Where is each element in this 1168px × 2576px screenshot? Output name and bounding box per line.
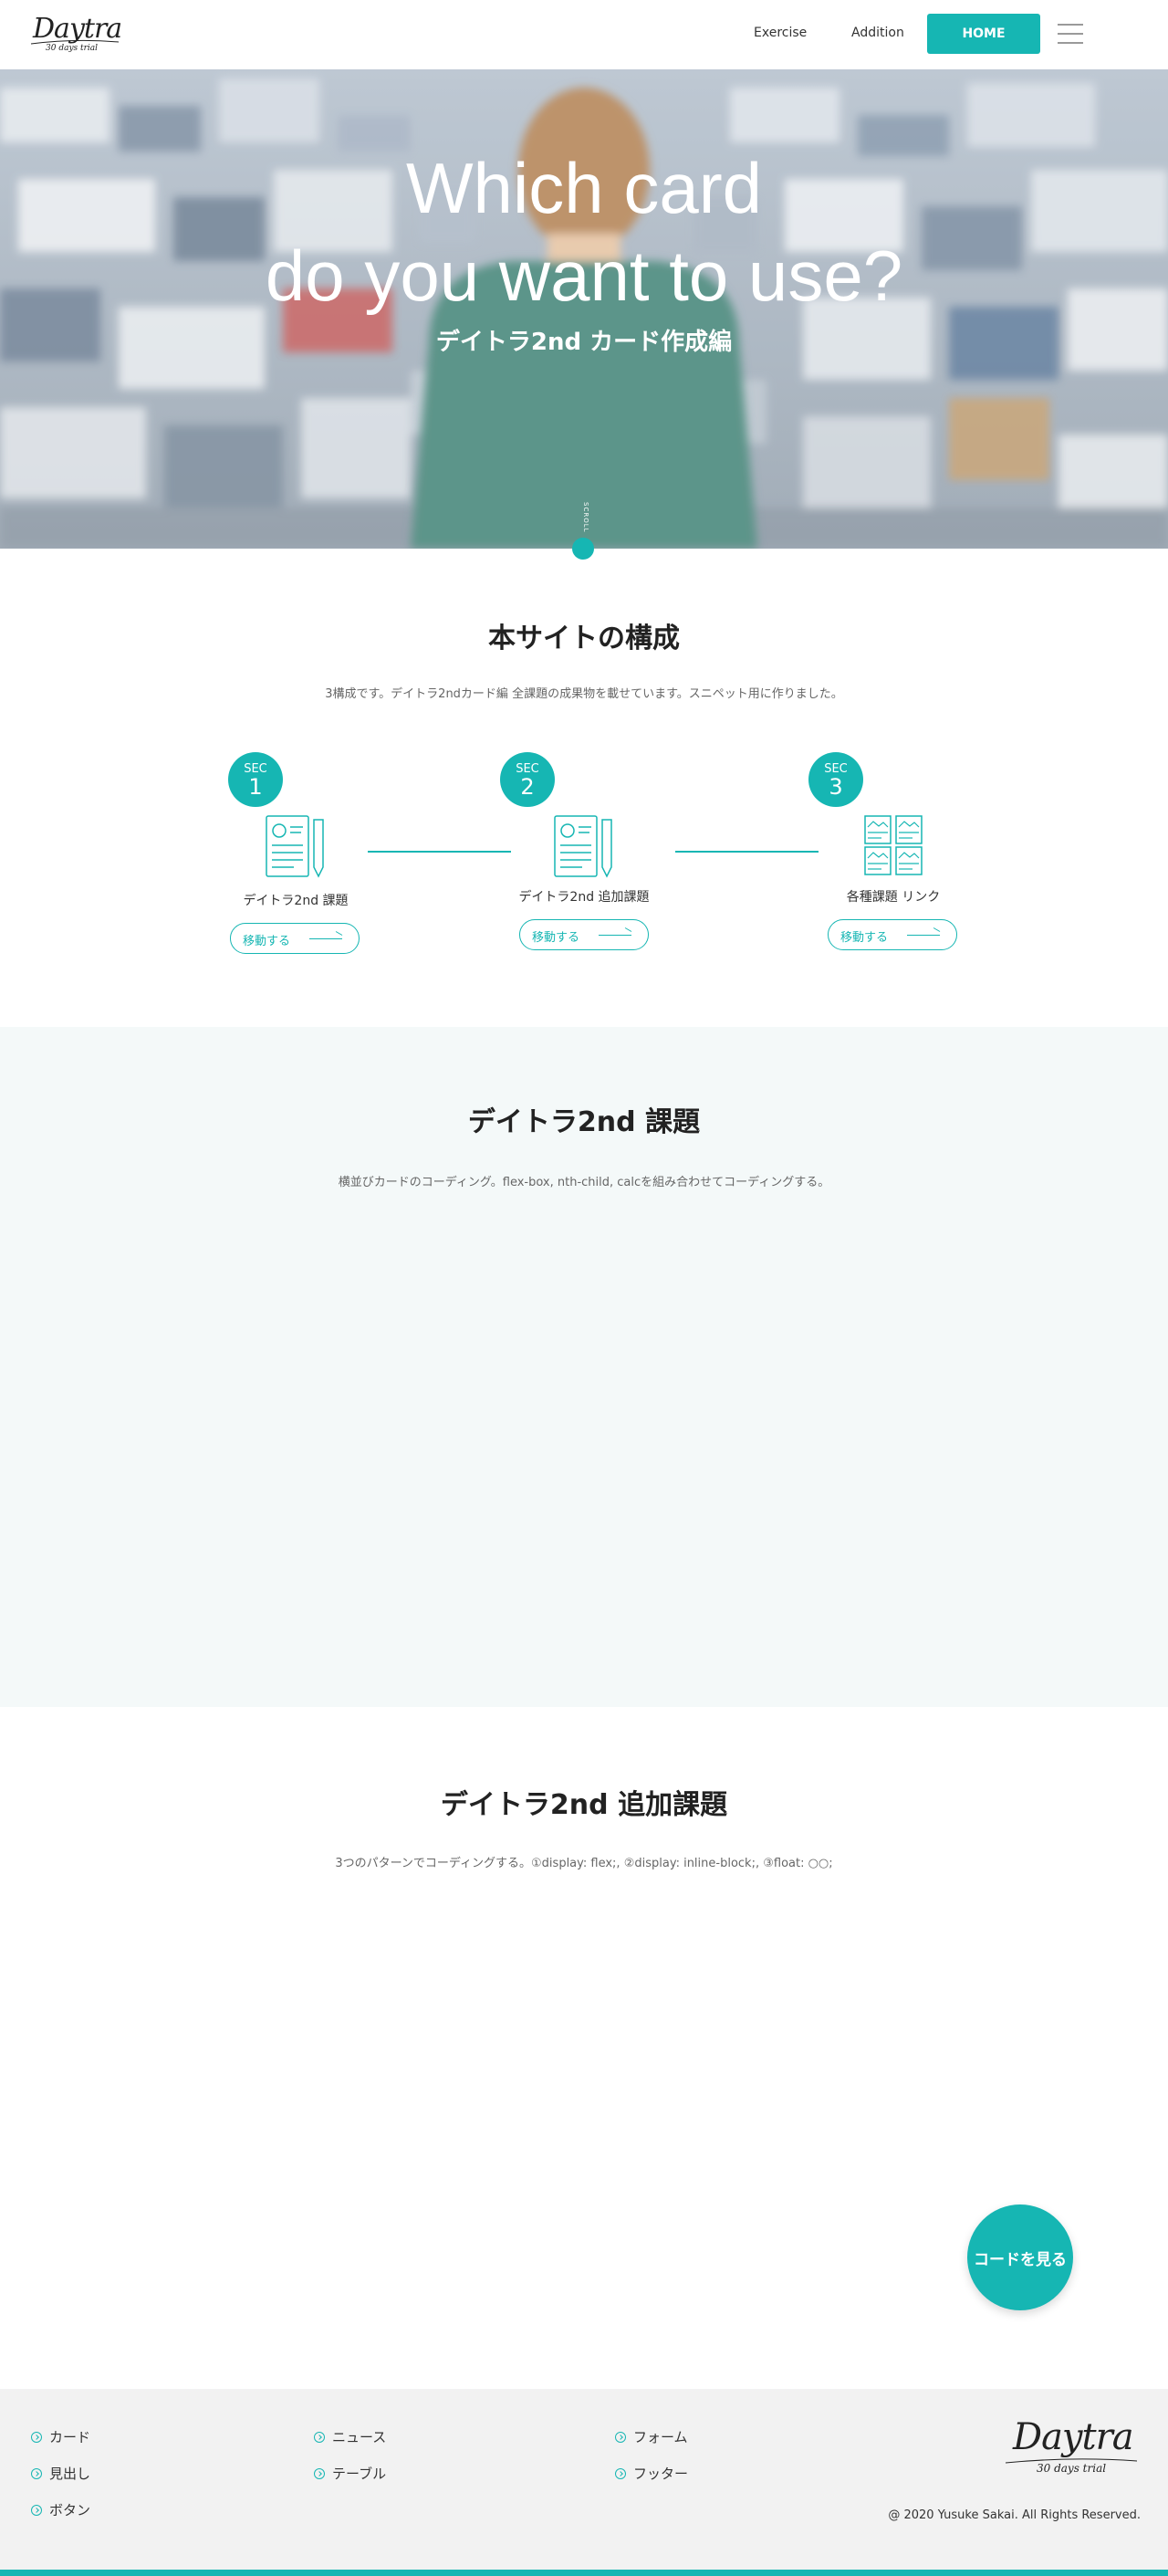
footer-link-footer[interactable]: フッター xyxy=(615,2464,688,2483)
move-button-label: 移動する xyxy=(243,935,291,948)
step-badge-number: 3 xyxy=(829,774,843,800)
move-button-2[interactable]: 移動する xyxy=(519,919,649,950)
chevron-circle-icon xyxy=(615,2432,626,2443)
footer-link-label: フォーム xyxy=(633,2429,688,2445)
step-label-3: 各種課題 リンク xyxy=(846,890,941,905)
footer-logo[interactable]: Daytra 30 days trial xyxy=(1002,2416,1139,2480)
footer-link-table[interactable]: テーブル xyxy=(314,2464,386,2483)
structure-title: 本サイトの構成 xyxy=(488,623,680,654)
assignment-description: 横並びカードのコーディング。flex-box, nth-child, calcを… xyxy=(338,1176,830,1189)
hero-subtitle: デイトラ2nd カード作成編 xyxy=(435,329,733,356)
nav-exercise-link[interactable]: Exercise xyxy=(754,26,807,40)
hamburger-menu-icon[interactable] xyxy=(1058,22,1083,46)
move-button-label: 移動する xyxy=(840,931,889,945)
footer-link-news[interactable]: ニュース xyxy=(314,2427,386,2446)
additional-description: 3つのパターンでコーディングする。①display: flex;, ②displ… xyxy=(335,1857,833,1870)
step-badge-number: 2 xyxy=(520,774,535,800)
site-footer: カード 見出し ボタン ニュース テーブル フォーム フッター Daytra 3… xyxy=(0,2389,1168,2576)
footer-accent-bar xyxy=(0,2570,1168,2576)
structure-description: 3構成です。デイトラ2ndカード編 全課題の成果物を載せています。スニペット用に… xyxy=(325,687,843,701)
footer-link-button[interactable]: ボタン xyxy=(31,2500,90,2519)
view-code-button[interactable]: コードを見る xyxy=(967,2204,1073,2310)
step-connector xyxy=(368,851,511,853)
hero-title-line1: Which card xyxy=(405,148,763,228)
step-connector xyxy=(675,851,819,853)
step-badge-number: 1 xyxy=(248,774,263,800)
assignment-title: デイトラ2nd 課題 xyxy=(467,1106,701,1138)
copyright-text: @ 2020 Yusuke Sakai. All Rights Reserved… xyxy=(888,2508,1141,2522)
scroll-down-indicator[interactable] xyxy=(572,538,594,560)
scroll-label: SCROLL xyxy=(582,502,589,533)
additional-title: デイトラ2nd 追加課題 xyxy=(440,1789,728,1821)
chevron-circle-icon xyxy=(615,2468,626,2479)
profile-card-icon xyxy=(554,815,612,878)
footer-link-label: ボタン xyxy=(49,2502,91,2518)
footer-link-form[interactable]: フォーム xyxy=(615,2427,688,2446)
profile-card-icon xyxy=(266,815,324,878)
footer-link-label: ニュース xyxy=(332,2429,387,2445)
footer-link-label: 見出し xyxy=(49,2466,91,2482)
footer-link-card[interactable]: カード xyxy=(31,2427,90,2446)
step-badge-2: SEC 2 xyxy=(500,752,555,807)
arrow-right-icon xyxy=(907,935,940,936)
footer-link-heading[interactable]: 見出し xyxy=(31,2464,90,2483)
chevron-circle-icon xyxy=(31,2432,42,2443)
hero-title-line2: do you want to use? xyxy=(265,236,903,316)
arrow-right-icon xyxy=(309,938,342,939)
move-button-1[interactable]: 移動する xyxy=(230,923,360,954)
chevron-circle-icon xyxy=(31,2505,42,2516)
card-grid-icon xyxy=(864,815,923,875)
nav-addition-link[interactable]: Addition xyxy=(851,26,904,40)
step-label-2: デイトラ2nd 追加課題 xyxy=(518,890,650,905)
footer-logo-subtext: 30 days trial xyxy=(1037,2462,1107,2475)
chevron-circle-icon xyxy=(314,2432,325,2443)
footer-logo-text: Daytra xyxy=(1013,2416,1134,2458)
site-header: Daytra 30 days trial Exercise Addition H… xyxy=(0,0,1168,69)
logo-subtext: 30 days trial xyxy=(46,44,99,53)
step-badge-3: SEC 3 xyxy=(808,752,863,807)
footer-link-label: テーブル xyxy=(332,2466,387,2482)
chevron-circle-icon xyxy=(31,2468,42,2479)
step-badge-1: SEC 1 xyxy=(228,752,283,807)
site-logo[interactable]: Daytra 30 days trial xyxy=(29,11,122,58)
step-label-1: デイトラ2nd 課題 xyxy=(243,894,349,908)
move-button-3[interactable]: 移動する xyxy=(828,919,957,950)
home-button[interactable]: HOME xyxy=(927,14,1040,54)
footer-link-label: カード xyxy=(49,2429,91,2445)
hero-section: Which card do you want to use? デイトラ2nd カ… xyxy=(0,69,1168,549)
arrow-right-icon xyxy=(599,935,631,936)
move-button-label: 移動する xyxy=(532,931,580,945)
footer-link-label: フッター xyxy=(633,2466,689,2482)
chevron-circle-icon xyxy=(314,2468,325,2479)
hero-title: Which card do you want to use? xyxy=(0,144,1168,319)
